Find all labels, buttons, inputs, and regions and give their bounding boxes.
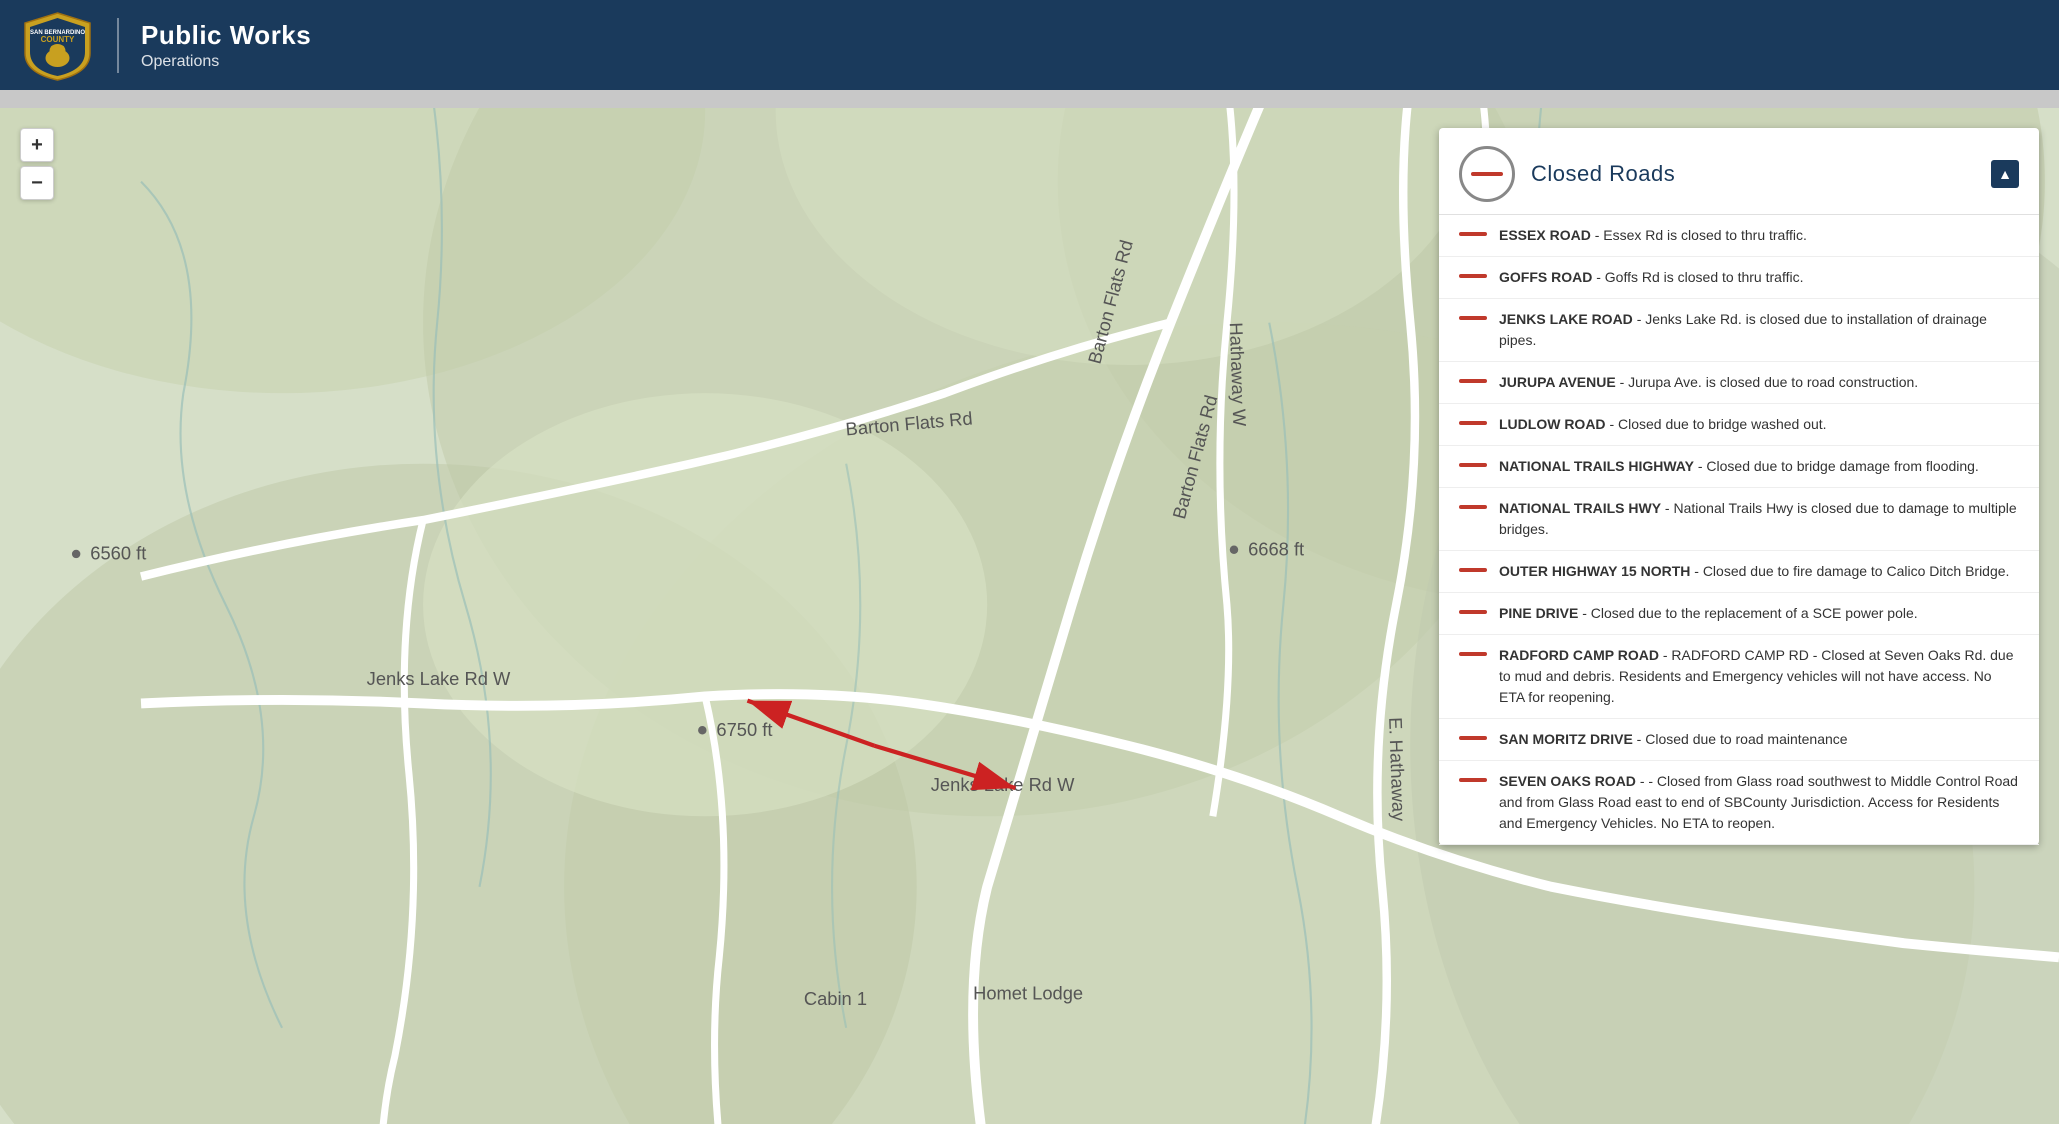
sidebar-header: Closed Roads ▲ xyxy=(1439,128,2039,215)
road-closed-line-icon xyxy=(1459,274,1487,278)
sub-header xyxy=(0,90,2059,108)
zoom-out-button[interactable]: − xyxy=(20,166,54,200)
road-list-item: JURUPA AVENUE - Jurupa Ave. is closed du… xyxy=(1439,362,2039,404)
svg-text:Hathaway W: Hathaway W xyxy=(1226,322,1251,427)
road-description: - Goffs Rd is closed to thru traffic. xyxy=(1596,269,1803,285)
road-list-item: LUDLOW ROAD - Closed due to bridge washe… xyxy=(1439,404,2039,446)
road-description: - Closed due to bridge damage from flood… xyxy=(1698,458,1979,474)
road-name: OUTER HIGHWAY 15 NORTH xyxy=(1499,563,1690,579)
road-list-item: JENKS LAKE ROAD - Jenks Lake Rd. is clos… xyxy=(1439,299,2039,362)
road-closed-line-icon xyxy=(1459,463,1487,467)
sidebar-title: Closed Roads xyxy=(1531,161,1675,187)
logo-area: SAN BERNARDINO COUNTY Public Works Opera… xyxy=(20,8,311,83)
road-name: SEVEN OAKS ROAD xyxy=(1499,773,1636,789)
road-closed-icon xyxy=(1459,146,1515,202)
road-description: - Essex Rd is closed to thru traffic. xyxy=(1595,227,1807,243)
road-text: SEVEN OAKS ROAD - - Closed from Glass ro… xyxy=(1499,771,2019,834)
svg-text:Cabin 1: Cabin 1 xyxy=(804,988,867,1009)
header-divider xyxy=(117,18,119,73)
road-closed-line-icon xyxy=(1459,610,1487,614)
road-text: JENKS LAKE ROAD - Jenks Lake Rd. is clos… xyxy=(1499,309,2019,351)
road-text: OUTER HIGHWAY 15 NORTH - Closed due to f… xyxy=(1499,561,2009,582)
road-name: NATIONAL TRAILS HIGHWAY xyxy=(1499,458,1694,474)
road-closed-line-icon xyxy=(1459,505,1487,509)
road-name: LUDLOW ROAD xyxy=(1499,416,1606,432)
road-list-item: NATIONAL TRAILS HIGHWAY - Closed due to … xyxy=(1439,446,2039,488)
road-text: NATIONAL TRAILS HWY - National Trails Hw… xyxy=(1499,498,2019,540)
road-text: PINE DRIVE - Closed due to the replaceme… xyxy=(1499,603,1918,624)
road-list-item: GOFFS ROAD - Goffs Rd is closed to thru … xyxy=(1439,257,2039,299)
road-closed-line-icon xyxy=(1459,568,1487,572)
road-list-item: ESSEX ROAD - Essex Rd is closed to thru … xyxy=(1439,215,2039,257)
road-closed-line-icon xyxy=(1459,778,1487,782)
header-title: Public Works xyxy=(141,20,311,51)
county-logo: SAN BERNARDINO COUNTY xyxy=(20,8,95,83)
svg-text:Jenks Lake Rd W: Jenks Lake Rd W xyxy=(367,668,511,689)
road-name: ESSEX ROAD xyxy=(1499,227,1591,243)
road-name: JENKS LAKE ROAD xyxy=(1499,311,1633,327)
road-closed-icon-bar xyxy=(1471,172,1503,176)
road-name: NATIONAL TRAILS HWY xyxy=(1499,500,1661,516)
road-text: NATIONAL TRAILS HIGHWAY - Closed due to … xyxy=(1499,456,1979,477)
roads-list[interactable]: ESSEX ROAD - Essex Rd is closed to thru … xyxy=(1439,215,2039,845)
zoom-in-button[interactable]: + xyxy=(20,128,54,162)
road-list-item: SEVEN OAKS ROAD - - Closed from Glass ro… xyxy=(1439,761,2039,845)
road-list-item: RADFORD CAMP ROAD - RADFORD CAMP RD - Cl… xyxy=(1439,635,2039,719)
road-list-item: NATIONAL TRAILS HWY - National Trails Hw… xyxy=(1439,488,2039,551)
road-text: JURUPA AVENUE - Jurupa Ave. is closed du… xyxy=(1499,372,1918,393)
road-text: SAN MORITZ DRIVE - Closed due to road ma… xyxy=(1499,729,1848,750)
svg-text:Homet Lodge: Homet Lodge xyxy=(973,983,1083,1004)
svg-text:6750 ft: 6750 ft xyxy=(716,719,772,740)
road-name: JURUPA AVENUE xyxy=(1499,374,1616,390)
road-list-item: PINE DRIVE - Closed due to the replaceme… xyxy=(1439,593,2039,635)
road-text: GOFFS ROAD - Goffs Rd is closed to thru … xyxy=(1499,267,1803,288)
svg-text:6560 ft: 6560 ft xyxy=(90,543,146,564)
road-name: PINE DRIVE xyxy=(1499,605,1578,621)
road-description: - Closed due to bridge washed out. xyxy=(1609,416,1826,432)
road-description: - Closed due to fire damage to Calico Di… xyxy=(1694,563,2009,579)
svg-text:COUNTY: COUNTY xyxy=(41,35,75,44)
road-text: LUDLOW ROAD - Closed due to bridge washe… xyxy=(1499,414,1827,435)
road-description: - Closed due to the replacement of a SCE… xyxy=(1582,605,1917,621)
map-area: 38 Barton Flats Rd Barton Flats Rd Barto… xyxy=(0,108,2059,1124)
road-closed-line-icon xyxy=(1459,316,1487,320)
road-name: SAN MORITZ DRIVE xyxy=(1499,731,1633,747)
road-name: GOFFS ROAD xyxy=(1499,269,1592,285)
road-closed-line-icon xyxy=(1459,232,1487,236)
road-list-item: OUTER HIGHWAY 15 NORTH - Closed due to f… xyxy=(1439,551,2039,593)
chevron-up-icon: ▲ xyxy=(1998,166,2012,182)
road-text: RADFORD CAMP ROAD - RADFORD CAMP RD - Cl… xyxy=(1499,645,2019,708)
svg-text:E. Hathaway: E. Hathaway xyxy=(1385,717,1410,822)
road-list-item: SAN MORITZ DRIVE - Closed due to road ma… xyxy=(1439,719,2039,761)
road-text: ESSEX ROAD - Essex Rd is closed to thru … xyxy=(1499,225,1807,246)
road-closed-line-icon xyxy=(1459,652,1487,656)
header-subtitle: Operations xyxy=(141,53,311,71)
road-name: RADFORD CAMP ROAD xyxy=(1499,647,1659,663)
road-closed-line-icon xyxy=(1459,379,1487,383)
header: SAN BERNARDINO COUNTY Public Works Opera… xyxy=(0,0,2059,90)
header-text: Public Works Operations xyxy=(141,20,311,71)
road-description: - Jurupa Ave. is closed due to road cons… xyxy=(1620,374,1919,390)
road-closed-line-icon xyxy=(1459,736,1487,740)
road-description: - Closed due to road maintenance xyxy=(1637,731,1848,747)
svg-text:6668 ft: 6668 ft xyxy=(1248,538,1304,559)
sidebar-panel: Closed Roads ▲ ESSEX ROAD - Essex Rd is … xyxy=(1439,128,2039,845)
map-controls: + − xyxy=(20,128,54,200)
collapse-button[interactable]: ▲ xyxy=(1991,160,2019,188)
road-closed-line-icon xyxy=(1459,421,1487,425)
